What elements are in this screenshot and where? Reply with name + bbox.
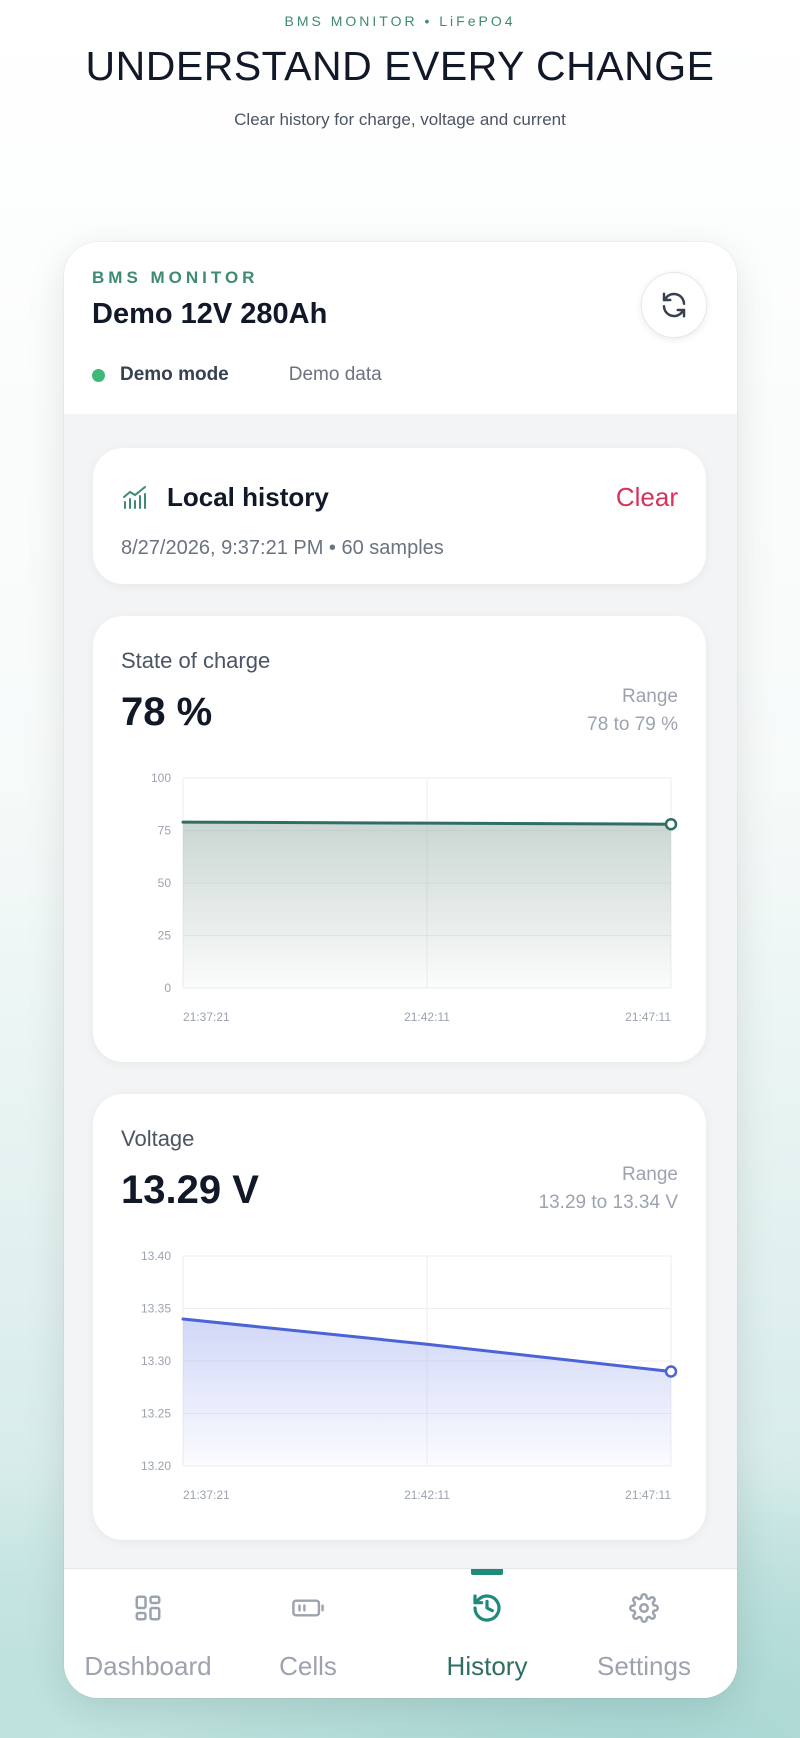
nav-label: Dashboard [84,1651,212,1681]
status-row: Demo mode Demo data [92,364,382,386]
hero-subtitle: Clear history for charge, voltage and cu… [234,110,566,129]
x-tick-label: 21:37:21 [183,1010,230,1024]
voltage-value: 13.29 V [121,1168,259,1212]
hero-eyebrow: BMS MONITOR • LiFePO4 [284,13,516,29]
voltage-range-value: 13.29 to 13.34 V [538,1192,678,1213]
status-dot [92,368,105,382]
x-tick-label: 21:47:11 [625,1488,671,1502]
nav-settings[interactable]: Settings [560,1569,728,1698]
series-area [183,822,671,988]
soc-label: State of charge [121,648,271,673]
y-tick-label: 75 [158,824,172,838]
soc-range-label: Range [622,686,678,707]
x-tick-label: 21:42:11 [404,1010,450,1024]
nav-label: History [446,1651,528,1681]
nav-cells[interactable]: Cells [224,1569,392,1698]
y-tick-label: 0 [164,981,171,995]
refresh-icon [662,292,686,318]
voltage-range-label: Range [622,1164,678,1185]
bottom-nav: Dashboard Cells History Settings [64,1568,737,1698]
app-header: BMS MONITOR Demo 12V 280Ah Demo mode Dem… [64,242,737,414]
y-tick-label: 13.20 [141,1459,171,1473]
x-tick-label: 21:42:11 [404,1488,450,1502]
gear-icon [629,1593,659,1623]
y-tick-label: 50 [158,876,172,890]
history-meta: 8/27/2026, 9:37:21 PM • 60 samples [121,537,444,559]
x-tick-label: 21:37:21 [183,1488,230,1502]
soc-card: State of charge 78 % Range 78 to 79 % 10… [93,616,706,1062]
voltage-card: Voltage 13.29 V Range 13.29 to 13.34 V 1… [93,1094,706,1540]
y-tick-label: 13.25 [141,1407,171,1421]
history-icon [473,1594,501,1622]
data-source-text: Demo data [288,364,382,385]
nav-label: Settings [597,1651,691,1681]
clear-history-button[interactable]: Clear [616,482,678,513]
device-name: Demo 12V 280Ah [92,298,328,330]
nav-dashboard[interactable]: Dashboard [64,1569,232,1698]
grid-icon [135,1595,161,1621]
status-text: Demo mode [120,364,229,385]
y-tick-label: 13.30 [141,1354,171,1368]
soc-chart: 100 75 50 25 0 21:37:21 21:42:11 21:47:11 [151,771,678,1024]
history-title: Local history [167,482,329,512]
soc-value: 78 % [121,690,213,734]
y-tick-label: 25 [158,929,172,943]
voltage-label: Voltage [121,1126,195,1151]
phone-frame: BMS MONITOR Demo 12V 280Ah Demo mode Dem… [64,242,737,1698]
voltage-chart: 13.40 13.35 13.30 13.25 13.20 21:37:21 21:42:1… [141,1249,678,1502]
last-point-marker [664,1365,678,1378]
y-tick-label: 13.35 [141,1302,171,1316]
battery-icon [292,1599,324,1617]
refresh-button[interactable] [641,272,707,338]
nav-history[interactable]: History [403,1569,571,1698]
last-point-marker [664,817,678,831]
y-tick-label: 13.40 [141,1249,171,1263]
hero-title: UNDERSTAND EVERY CHANGE [85,43,715,89]
series-line [181,820,673,826]
hero-section: BMS MONITOR • LiFePO4 UNDERSTAND EVERY C… [0,0,800,130]
nav-label: Cells [279,1651,337,1681]
chart-bars-icon [123,486,146,509]
soc-range-value: 78 to 79 % [587,714,678,735]
history-card: Local history Clear 8/27/2026, 9:37:21 P… [93,448,706,584]
x-tick-label: 21:47:11 [625,1010,671,1024]
app-eyebrow: BMS MONITOR [92,268,259,287]
y-tick-label: 100 [151,771,171,785]
